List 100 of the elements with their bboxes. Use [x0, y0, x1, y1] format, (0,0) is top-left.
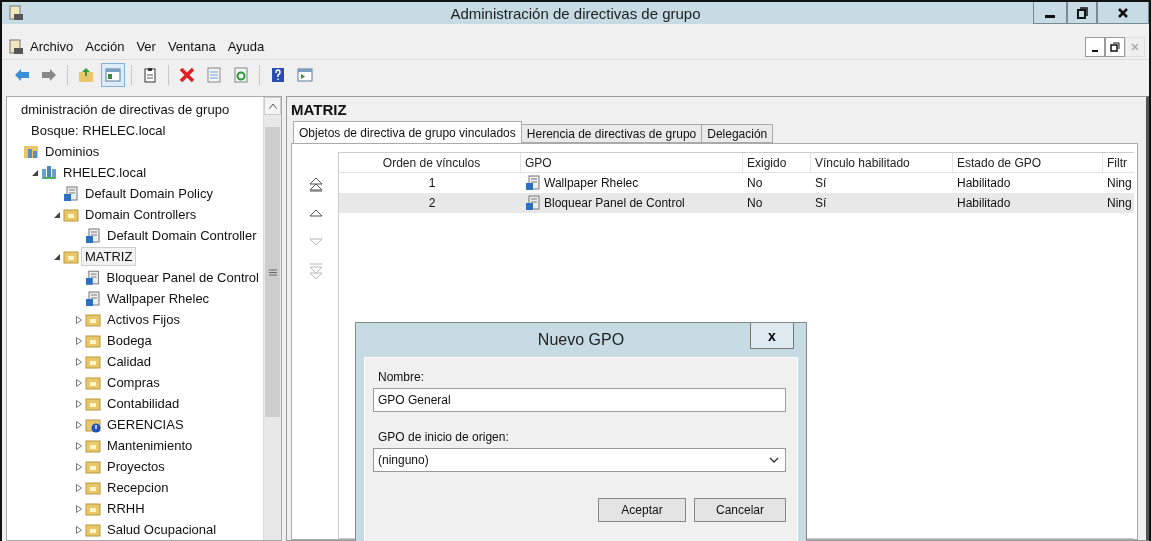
tree-item[interactable]: Recepcion [103, 478, 173, 497]
folder-icon [85, 458, 101, 475]
restore-button[interactable] [1067, 2, 1097, 24]
folder-icon [85, 395, 101, 412]
domain-icon [41, 164, 57, 181]
properties-icon [206, 67, 222, 83]
table-cell: Ning [1107, 196, 1132, 210]
restore-button[interactable] [1105, 36, 1125, 57]
folder-icon [85, 437, 101, 454]
menu-item[interactable]: Ayuda [221, 39, 271, 54]
delete-icon [179, 67, 195, 83]
minimize-button[interactable] [1033, 2, 1067, 24]
table-cell: Habilitado [957, 196, 1011, 210]
forward-arrow-icon [41, 67, 57, 83]
action-pane-icon [297, 67, 313, 83]
folder-icon [85, 332, 101, 349]
tab[interactable]: Herencia de directivas de grupo [520, 124, 703, 143]
dialog-title: Nuevo GPO [537, 331, 625, 349]
tree-item[interactable]: RRHH [103, 499, 149, 518]
name-field[interactable]: GPO General [373, 388, 786, 412]
column-header[interactable]: Exigido [743, 153, 811, 172]
table-cell: Habilitado [957, 176, 1011, 190]
table-cell: Ning [1107, 176, 1132, 190]
tree-item[interactable]: Bloquear Panel de Control [102, 268, 263, 287]
console-tree-icon [105, 67, 121, 83]
table-cell: 1 [428, 176, 436, 190]
tree-item[interactable]: Bosque: RHELEC.local [27, 121, 170, 140]
help-icon [270, 67, 286, 83]
close-icon [1130, 41, 1140, 52]
column-header[interactable]: GPO [521, 153, 743, 172]
folder-icon [85, 500, 101, 517]
tree-item[interactable]: RHELEC.local [59, 163, 151, 182]
app-icon [8, 5, 24, 21]
tree-item[interactable]: Domain Controllers [81, 205, 201, 224]
back-arrow-icon [14, 67, 30, 83]
minimize-button[interactable] [1085, 36, 1105, 57]
scrollbar[interactable] [263, 97, 281, 540]
menu-item[interactable]: Ventana [161, 39, 222, 54]
close-icon [1117, 6, 1129, 19]
table-cell: No [747, 196, 763, 210]
table-cell: Sí [815, 176, 827, 190]
tree-item[interactable]: Activos Fijos [103, 310, 184, 329]
policy-icon [85, 269, 101, 286]
tree-item[interactable]: dministración de directivas de grupo [17, 100, 234, 119]
field-label: Nombre: [378, 370, 424, 384]
tree-item[interactable]: MATRIZ [81, 247, 137, 266]
arrow-bottom-icon [308, 263, 324, 279]
tab[interactable]: Objetos de directiva de grupo vinculados [293, 121, 522, 143]
window-title: Administración de directivas de grupo [449, 4, 702, 22]
close-button[interactable]: x [750, 323, 794, 349]
minimize-icon [1092, 49, 1098, 52]
refresh-icon [233, 67, 249, 83]
policy-icon [63, 185, 79, 202]
column-header[interactable]: Filtr [1103, 153, 1134, 172]
folder-icon [85, 311, 101, 328]
grip-icon [268, 268, 277, 276]
toolbar-button[interactable] [101, 63, 125, 87]
console-icon [8, 38, 24, 55]
arrow-top-icon [308, 176, 324, 192]
menu-item[interactable]: Ver [130, 39, 162, 54]
clipboard-icon [142, 67, 158, 83]
menu-item[interactable]: Acción [79, 39, 131, 54]
tab[interactable]: Delegación [701, 124, 774, 143]
column-header[interactable]: Vínculo habilitado [811, 153, 953, 172]
tree-item[interactable]: Dominios [41, 142, 104, 161]
tree-item[interactable]: GERENCIAS [103, 415, 188, 434]
tree-item[interactable]: Salud Ocupacional [103, 520, 221, 539]
dialog-button[interactable]: Cancelar [694, 498, 786, 522]
folder-icon [63, 248, 79, 265]
folder-warning-icon [85, 416, 101, 433]
dialog-button[interactable]: Aceptar [598, 498, 686, 522]
source-dropdown[interactable]: (ninguno) [373, 448, 786, 472]
chevron-down-icon [769, 457, 779, 463]
tree-item[interactable]: Calidad [103, 352, 156, 371]
table-cell: Sí [815, 196, 827, 210]
tree-item[interactable]: Wallpaper Rhelec [103, 289, 214, 308]
table-cell: 2 [428, 196, 436, 210]
column-header[interactable]: Orden de vínculos [339, 153, 521, 172]
tree-item[interactable]: Proyectos [103, 457, 169, 476]
domains-icon [23, 143, 39, 160]
folder-icon [85, 479, 101, 496]
column-header[interactable]: Estado de GPO [953, 153, 1103, 172]
table-cell: No [747, 176, 763, 190]
policy-icon [85, 290, 101, 307]
menu-item[interactable]: Archivo [24, 39, 80, 54]
folder-icon [85, 353, 101, 370]
tree-item[interactable]: Compras [103, 373, 164, 392]
tree-item[interactable]: Bodega [103, 331, 156, 350]
section-heading: MATRIZ [291, 101, 348, 120]
tree-item[interactable]: Mantenimiento [103, 436, 197, 455]
tree-item[interactable]: Default Domain Controller [103, 226, 261, 245]
tree-item[interactable]: Contabilidad [103, 394, 184, 413]
close-button[interactable] [1097, 2, 1149, 24]
restore-icon [1110, 41, 1120, 52]
table-cell: Bloquear Panel de Control [544, 196, 685, 210]
table-cell: Wallpaper Rhelec [544, 176, 639, 190]
restore-icon [1076, 6, 1088, 19]
tree-item[interactable]: Default Domain Policy [81, 184, 217, 203]
scroll-up-icon [268, 103, 277, 109]
folder-up-icon [78, 67, 94, 83]
